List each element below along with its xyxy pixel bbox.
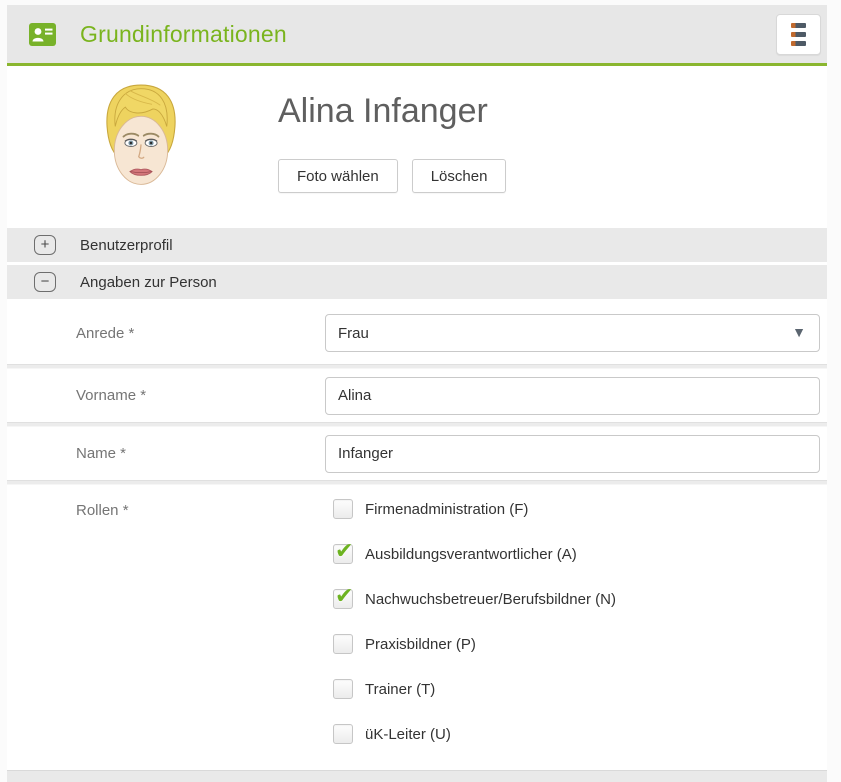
role-label: Praxisbildner (P) xyxy=(365,636,476,653)
section-benutzerprofil[interactable]: + Benutzerprofil xyxy=(7,228,827,262)
collapse-icon[interactable]: − xyxy=(34,272,56,292)
role-label: Nachwuchsbetreuer/Berufsbildner (N) xyxy=(365,591,616,608)
role-trainer[interactable]: Trainer (T) xyxy=(333,679,827,699)
role-nachwuchsbetreuer[interactable]: Nachwuchsbetreuer/Berufsbildner (N) xyxy=(333,589,827,609)
menu-bar-icon xyxy=(791,41,806,46)
checkbox-uek-leiter[interactable] xyxy=(333,724,353,744)
rollen-label: Rollen * xyxy=(76,485,325,519)
delete-photo-button[interactable]: Löschen xyxy=(412,159,507,193)
form-row-name: Name * xyxy=(7,427,827,480)
photo-actions: Foto wählen Löschen xyxy=(278,159,506,193)
profile-section: Alina Infanger Foto wählen Löschen xyxy=(7,66,827,226)
form-row-vorname: Vorname * xyxy=(7,369,827,422)
anrede-select[interactable]: Frau ▼ xyxy=(325,314,820,352)
checkbox-ausbildungsverantwortlicher[interactable] xyxy=(333,544,353,564)
expand-icon[interactable]: + xyxy=(34,235,56,255)
role-label: üK-Leiter (U) xyxy=(365,726,451,743)
avatar xyxy=(95,80,187,206)
role-praxisbildner[interactable]: Praxisbildner (P) xyxy=(333,634,827,654)
name-label: Name * xyxy=(76,445,325,462)
role-label: Firmenadministration (F) xyxy=(365,501,528,518)
menu-bar-icon xyxy=(791,32,806,37)
role-ausbildungsverantwortlicher[interactable]: Ausbildungsverantwortlicher (A) xyxy=(333,544,827,564)
chevron-down-icon: ▼ xyxy=(792,325,806,339)
form-row-anrede: Anrede * Frau ▼ xyxy=(7,302,827,364)
name-input[interactable] xyxy=(325,435,820,473)
choose-photo-button[interactable]: Foto wählen xyxy=(278,159,398,193)
anrede-selected-value: Frau xyxy=(338,325,369,342)
context-menu-button[interactable] xyxy=(776,14,821,55)
checkbox-nachwuchsbetreuer[interactable] xyxy=(333,589,353,609)
section-angaben-zur-person[interactable]: − Angaben zur Person xyxy=(7,265,827,299)
role-label: Trainer (T) xyxy=(365,681,435,698)
roles-list: Firmenadministration (F) Ausbildungsvera… xyxy=(325,485,827,744)
panel-header: Grundinformationen xyxy=(7,5,827,66)
id-card-icon xyxy=(29,23,56,46)
role-label: Ausbildungsverantwortlicher (A) xyxy=(365,546,577,563)
grundinformationen-panel: Grundinformationen xyxy=(7,5,827,782)
next-section-header[interactable] xyxy=(7,770,827,782)
vorname-input[interactable] xyxy=(325,377,820,415)
checkbox-trainer[interactable] xyxy=(333,679,353,699)
anrede-label: Anrede * xyxy=(76,325,325,342)
role-firmenadministration[interactable]: Firmenadministration (F) xyxy=(333,499,827,519)
vorname-label: Vorname * xyxy=(76,387,325,404)
page-title: Grundinformationen xyxy=(80,21,287,48)
checkbox-praxisbildner[interactable] xyxy=(333,634,353,654)
checkbox-firmenadministration[interactable] xyxy=(333,499,353,519)
profile-name: Alina Infanger xyxy=(278,92,506,131)
profile-details: Alina Infanger Foto wählen Löschen xyxy=(278,66,506,193)
section-label: Angaben zur Person xyxy=(80,274,217,291)
section-label: Benutzerprofil xyxy=(80,237,173,254)
form-row-rollen: Rollen * Firmenadministration (F) Ausbil… xyxy=(7,485,827,766)
menu-bar-icon xyxy=(791,23,806,28)
role-uek-leiter[interactable]: üK-Leiter (U) xyxy=(333,724,827,744)
